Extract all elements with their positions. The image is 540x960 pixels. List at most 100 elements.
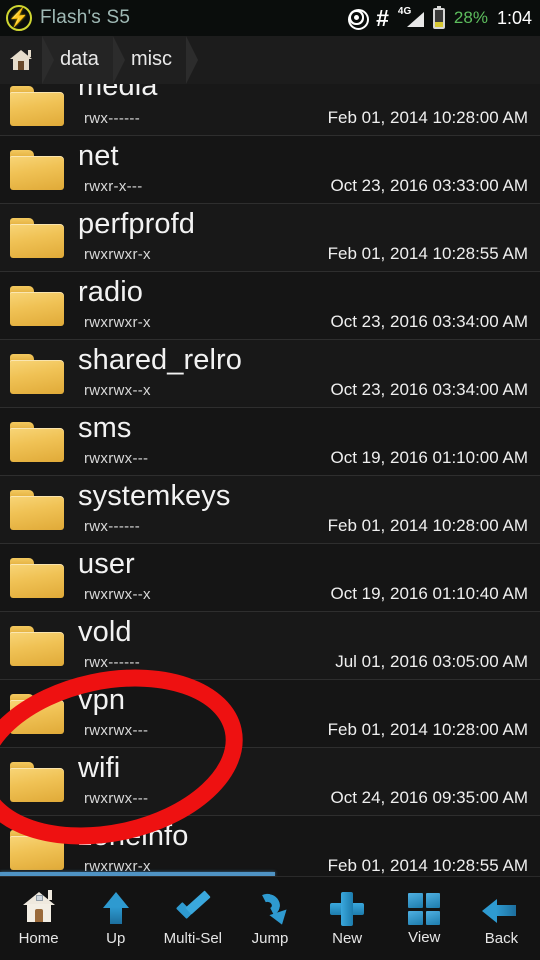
file-modified-date: Oct 23, 2016 03:33:00 AM — [330, 176, 528, 195]
file-modified-date: Feb 01, 2014 10:28:00 AM — [327, 108, 528, 127]
table-row[interactable]: perfprofd rwxrwxr-x Feb 01, 2014 10:28:5… — [0, 204, 540, 272]
file-name: vold — [78, 616, 132, 648]
toolbar-label: Home — [18, 930, 59, 947]
table-row[interactable]: sms rwxrwx--- Oct 19, 2016 01:10:00 AM — [0, 408, 540, 476]
folder-icon — [10, 354, 64, 394]
plus-icon — [327, 890, 367, 926]
file-name: user — [78, 548, 135, 580]
flash-bolt-icon: ⚡ — [6, 5, 32, 31]
grid-icon — [408, 893, 441, 925]
table-row[interactable]: systemkeys rwx------ Feb 01, 2014 10:28:… — [0, 476, 540, 544]
bottom-toolbar: Home Up Multi-Sel Jump New View Back — [0, 876, 540, 960]
file-modified-date: Feb 01, 2014 10:28:00 AM — [327, 720, 528, 739]
home-icon — [19, 890, 59, 926]
status-bar-right: # 4G 28% 1:04 — [347, 4, 532, 31]
folder-icon — [10, 86, 64, 126]
file-modified-date: Feb 01, 2014 10:28:00 AM — [327, 516, 528, 535]
table-row[interactable]: net rwxr-x--- Oct 23, 2016 03:33:00 AM — [0, 136, 540, 204]
file-modified-date: Oct 19, 2016 01:10:40 AM — [330, 584, 528, 603]
file-name: sms — [78, 412, 132, 444]
file-modified-date: Oct 19, 2016 01:10:00 AM — [330, 448, 528, 467]
file-permissions: rwxrwx--x — [84, 586, 151, 603]
file-permissions: rwxrwx--- — [84, 790, 149, 807]
file-modified-date: Oct 23, 2016 03:34:00 AM — [330, 312, 528, 331]
folder-icon — [10, 694, 64, 734]
toolbar-label: New — [332, 930, 363, 947]
toolbar-label: View — [408, 929, 441, 946]
arrow-up-icon — [96, 890, 136, 926]
table-row[interactable]: radio rwxrwxr-x Oct 23, 2016 03:34:00 AM — [0, 272, 540, 340]
file-name: shared_relro — [78, 344, 243, 376]
folder-icon — [10, 762, 64, 802]
clock-label: 1:04 — [496, 7, 532, 28]
table-row[interactable]: wifi rwxrwx--- Oct 24, 2016 09:35:00 AM — [0, 748, 540, 816]
toolbar-button-new[interactable]: New — [309, 877, 386, 960]
home-icon — [10, 49, 32, 70]
status-bar: ⚡ Flash's S5 # 4G 28% 1:04 — [0, 0, 540, 36]
folder-icon — [10, 626, 64, 666]
file-name: media — [78, 84, 158, 102]
device-title: Flash's S5 — [40, 7, 131, 28]
battery-fill — [434, 21, 443, 27]
folder-icon — [10, 218, 64, 258]
toolbar-label: Back — [484, 930, 519, 947]
toolbar-button-view[interactable]: View — [386, 877, 463, 960]
battery-percent-label: 28% — [453, 8, 488, 27]
toolbar-button-up[interactable]: Up — [77, 877, 154, 960]
folder-icon — [10, 558, 64, 598]
breadcrumb-filler — [186, 35, 540, 84]
table-row[interactable]: shared_relro rwxrwx--x Oct 23, 2016 03:3… — [0, 340, 540, 408]
table-row[interactable]: vold rwx------ Jul 01, 2016 03:05:00 AM — [0, 612, 540, 680]
file-permissions: rwxr-x--- — [84, 178, 143, 195]
checkmark-icon — [173, 890, 213, 926]
toolbar-label: Jump — [251, 930, 289, 947]
signal-bars-glyph — [406, 12, 424, 27]
breadcrumb: data misc — [0, 35, 540, 84]
hash-icon: # — [376, 4, 389, 31]
folder-icon — [10, 490, 64, 530]
folder-icon — [10, 150, 64, 190]
table-row[interactable]: zoneinfo rwxrwxr-x Feb 01, 2014 10:28:55… — [0, 816, 540, 876]
status-bar-left: ⚡ Flash's S5 — [6, 5, 347, 31]
file-modified-date: Oct 23, 2016 03:34:00 AM — [330, 380, 528, 399]
file-permissions: rwxrwxr-x — [84, 246, 151, 263]
breadcrumb-label: misc — [130, 48, 173, 70]
file-permissions: rwxrwx--- — [84, 450, 149, 467]
cast-icon — [347, 8, 370, 30]
toolbar-button-multi-sel[interactable]: Multi-Sel — [154, 877, 231, 960]
table-row[interactable]: user rwxrwx--x Oct 19, 2016 01:10:40 AM — [0, 544, 540, 612]
toolbar-button-jump[interactable]: Jump — [231, 877, 308, 960]
toolbar-label: Multi-Sel — [163, 930, 223, 947]
file-name: systemkeys — [78, 480, 231, 512]
breadcrumb-home-button[interactable] — [0, 35, 54, 84]
file-permissions: rwx------ — [84, 110, 140, 127]
file-permissions: rwxrwxr-x — [84, 314, 151, 331]
folder-icon — [10, 422, 64, 462]
flash-bolt-glyph: ⚡ — [7, 6, 31, 28]
file-permissions: rwxrwx--x — [84, 382, 151, 399]
battery-icon — [432, 5, 445, 29]
file-name: vpn — [78, 684, 126, 716]
file-modified-date: Oct 24, 2016 09:35:00 AM — [330, 788, 528, 807]
signal-4g-icon: 4G — [398, 7, 424, 29]
toolbar-button-home[interactable]: Home — [0, 877, 77, 960]
file-permissions: rwxrwx--- — [84, 722, 149, 739]
file-name: perfprofd — [78, 208, 195, 240]
toolbar-label: Up — [106, 930, 126, 947]
file-name: radio — [78, 276, 143, 308]
table-row[interactable]: vpn rwxrwx--- Feb 01, 2014 10:28:00 AM — [0, 680, 540, 748]
breadcrumb-label: data — [60, 48, 99, 70]
arrow-left-icon — [481, 890, 521, 926]
app-screen: ⚡ Flash's S5 # 4G 28% 1:04 data misc med… — [0, 0, 540, 960]
file-permissions: rwx------ — [84, 654, 140, 671]
toolbar-button-back[interactable]: Back — [463, 877, 540, 960]
file-name: zoneinfo — [78, 820, 189, 852]
curved-arrow-icon — [250, 890, 291, 928]
folder-icon — [10, 830, 64, 870]
table-row[interactable]: media rwx------ Feb 01, 2014 10:28:00 AM — [0, 84, 540, 136]
file-list[interactable]: media rwx------ Feb 01, 2014 10:28:00 AM… — [0, 84, 540, 876]
folder-icon — [10, 286, 64, 326]
file-permissions: rwx------ — [84, 518, 140, 535]
file-modified-date: Feb 01, 2014 10:28:55 AM — [327, 244, 528, 263]
file-name: wifi — [78, 752, 121, 784]
